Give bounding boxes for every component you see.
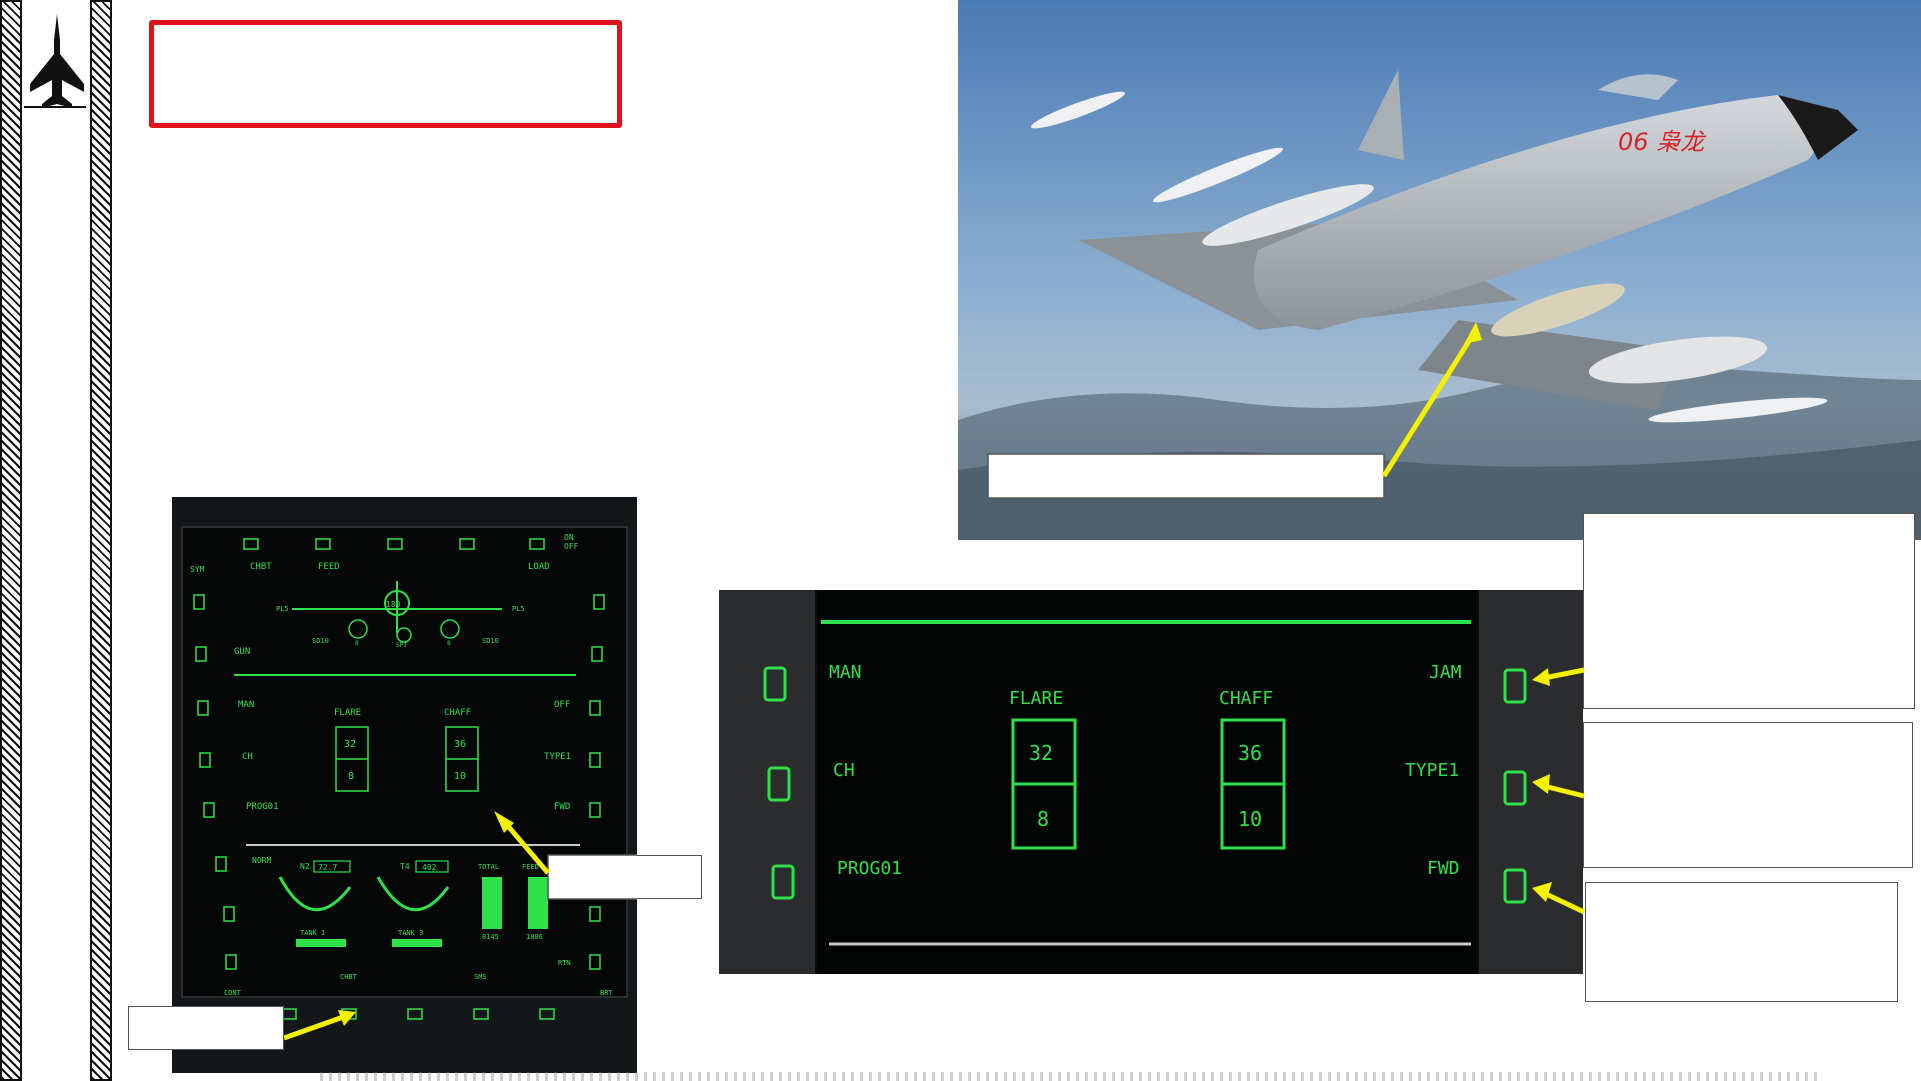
osb-label-cont: CONT	[224, 989, 242, 997]
osb-label-off-top: OFF	[564, 542, 579, 551]
osb-label-ch: CH	[242, 752, 253, 762]
zoom-chaff-count-2: 10	[1238, 807, 1262, 831]
photo-callout-box	[987, 453, 1385, 499]
osb-label-rtn: RTN	[558, 959, 571, 967]
station-number-2: SPJ	[396, 642, 407, 649]
zoom-flare-count-2: 8	[1037, 807, 1049, 831]
zoom-flare-count-1: 32	[1029, 741, 1053, 765]
t4-value: 402	[422, 863, 437, 872]
zoom-label-ch: CH	[833, 760, 855, 781]
footer-text-strip	[320, 1072, 1820, 1081]
station-number-1: 8	[355, 640, 359, 647]
chbt-callout-arrow	[283, 1006, 364, 1046]
tank3-label: TANK 3	[398, 929, 423, 937]
mfd-zoom-view: MAN CH PROG01 JAM TYPE1 FWD FLARE CHAFF …	[719, 590, 1583, 974]
n2-label: N2	[300, 862, 310, 871]
sidebar-divider	[24, 106, 86, 108]
aircraft-photo: 06 枭龙	[958, 0, 1921, 540]
osb-label-sms: SMS	[474, 973, 487, 981]
osb-label-chbt-bottom: CHBT	[340, 973, 358, 981]
station-label-1: PL5	[276, 605, 289, 613]
osb-label-sym: SYM	[190, 565, 205, 574]
station-label-4: PL5	[512, 605, 525, 613]
osb-label-type1: TYPE1	[544, 752, 571, 762]
total-value: 8145	[482, 933, 499, 941]
mfd-ews-page: CHBT FEED LOAD ON OFF SYM 180 PL5 SD10 S…	[172, 497, 637, 1073]
jet-silhouette-icon	[26, 10, 88, 115]
zoom-label-jam: JAM	[1429, 662, 1462, 683]
n2-value: 72.7	[318, 863, 337, 872]
flare-chaff-callout-box	[547, 854, 637, 900]
zoom-chaff-label: CHAFF	[1219, 688, 1273, 709]
osb-label-feed: FEED	[318, 562, 340, 572]
osb-label-fwd: FWD	[554, 802, 570, 812]
flare-chaff-callout-ext	[637, 855, 702, 899]
zoom-label-fwd: FWD	[1427, 858, 1460, 879]
osb-label-on: ON	[564, 533, 574, 542]
fwd-callout-box	[1585, 882, 1898, 1002]
zoom-label-prog01: PROG01	[837, 858, 902, 879]
osb-label-load: LOAD	[528, 562, 550, 572]
station-label-3: SD10	[482, 637, 499, 645]
flare-count-2: 8	[348, 771, 354, 782]
chaff-count-1: 36	[454, 739, 466, 750]
jam-callout-box	[1583, 513, 1915, 709]
zoom-flare-label: FLARE	[1009, 688, 1063, 709]
osb-label-off: OFF	[554, 700, 570, 710]
type1-callout-box	[1583, 722, 1913, 868]
title-highlight-box	[149, 20, 622, 128]
flare-count-1: 32	[344, 739, 356, 750]
osb-label-chbt: CHBT	[250, 562, 272, 572]
total-label: TOTAL	[478, 863, 499, 871]
chbt-callout-box	[128, 1006, 284, 1050]
osb-label-gun: GUN	[234, 647, 250, 657]
tail-code: 06 枭龙	[1618, 128, 1707, 156]
flare-label: FLARE	[334, 708, 361, 718]
zoom-label-man: MAN	[829, 662, 862, 683]
stores-center-value: 180	[386, 600, 401, 609]
station-number-3: 8	[447, 640, 451, 647]
zoom-chaff-count-1: 36	[1238, 741, 1262, 765]
t4-label: T4	[400, 862, 410, 871]
zoom-label-type1: TYPE1	[1405, 760, 1459, 781]
chaff-label: CHAFF	[444, 708, 471, 718]
osb-label-brt: BRT	[600, 989, 613, 997]
zoom-callout-arrows	[1528, 650, 1588, 930]
sidebar-hatch-left	[0, 0, 22, 1081]
tank1-label: TANK 1	[300, 929, 325, 937]
osb-label-prog01: PROG01	[246, 802, 279, 812]
sidebar-hatch-right	[90, 0, 112, 1081]
chaff-count-2: 10	[454, 771, 466, 782]
feed-label: FEED	[522, 863, 539, 871]
feed-value: 1806	[526, 933, 543, 941]
osb-label-man: MAN	[238, 700, 254, 710]
osb-label-norm: NORM	[252, 856, 271, 865]
station-label-2: SD10	[312, 637, 329, 645]
